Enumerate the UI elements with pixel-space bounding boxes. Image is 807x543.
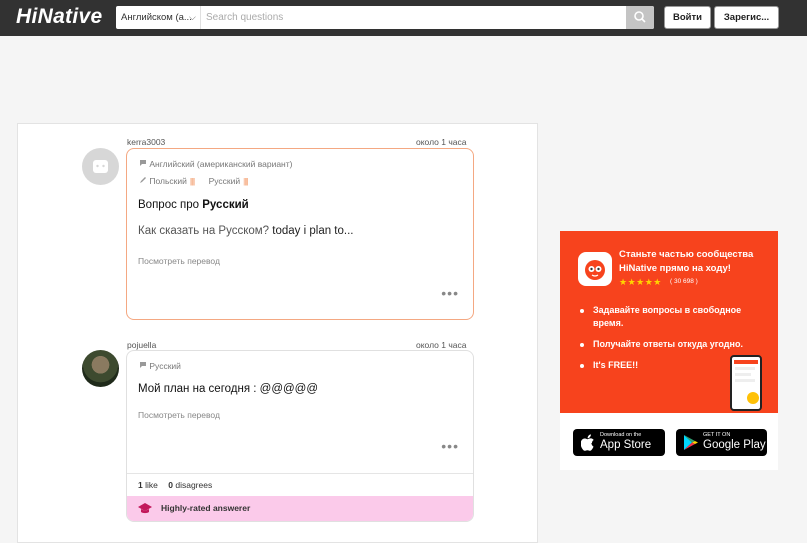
google-play-label: Google Play — [703, 439, 766, 451]
more-options-icon[interactable]: ••• — [441, 285, 459, 301]
native-language: Английский (американский вариант) — [139, 159, 292, 169]
level-indicator: |||| — [243, 177, 248, 186]
list-item: Задавайте вопросы в свободное время. — [580, 304, 760, 330]
list-item: Получайте ответы откуда угодно. — [580, 338, 760, 351]
like-count: 1 — [138, 480, 143, 490]
signup-button[interactable]: Зарегис... — [714, 6, 779, 29]
phone-illustration — [730, 355, 762, 411]
question-body: Мой план на сегодня : @@@@@ — [138, 383, 319, 395]
view-translation-link[interactable]: Посмотреть перевод — [138, 256, 220, 266]
question-card[interactable]: Русский Мой план на сегодня : @@@@@ Посм… — [126, 350, 474, 522]
question-card[interactable]: Английский (американский вариант) Польск… — [126, 148, 474, 320]
store-buttons: Download on the App Store GET IT ON Goog… — [560, 413, 778, 470]
disagree-count: 0 — [168, 480, 173, 490]
disagree-label[interactable]: disagrees — [175, 480, 212, 490]
search-button[interactable] — [626, 6, 654, 29]
speech-bubble-icon — [140, 160, 146, 166]
search-icon — [634, 11, 646, 23]
pencil-icon — [140, 177, 146, 183]
question-title: Вопрос про Русский — [138, 199, 249, 211]
like-label[interactable]: like — [145, 480, 158, 490]
hinative-logo[interactable]: HiNative — [16, 5, 102, 29]
app-mascot-icon — [585, 260, 605, 280]
question-time: около 1 часа — [416, 137, 467, 147]
google-play-caption: GET IT ON — [703, 432, 731, 438]
apple-icon — [581, 434, 594, 451]
search-bar: Английском (а... ⌵ Search questions — [116, 6, 654, 29]
avatar[interactable] — [82, 350, 119, 387]
login-button[interactable]: Войти — [664, 6, 711, 29]
default-avatar-icon — [93, 160, 108, 173]
app-store-label: App Store — [600, 439, 652, 451]
highly-rated-badge: Highly-rated answerer — [127, 496, 473, 521]
app-store-button[interactable]: Download on the App Store — [573, 429, 665, 456]
reaction-stats: 1 like 0 disagrees — [127, 473, 473, 495]
rating-stars: ★★★★★ — [619, 277, 662, 287]
view-translation-link[interactable]: Посмотреть перевод — [138, 410, 220, 420]
question-time: около 1 часа — [416, 340, 467, 350]
level-indicator: |||| — [189, 177, 195, 186]
native-language: Русский — [139, 361, 181, 371]
rating-count: ( 30 698 ) — [670, 278, 698, 285]
question-body: Как сказать на Русском? today i plan to.… — [138, 225, 354, 237]
language-select[interactable]: Английском (а... — [116, 6, 200, 29]
avatar[interactable] — [82, 148, 119, 185]
chevron-down-icon[interactable]: ⌵ — [189, 6, 196, 28]
google-play-button[interactable]: GET IT ON Google Play — [676, 429, 767, 456]
google-play-icon — [684, 435, 698, 450]
search-input[interactable]: Search questions — [200, 6, 626, 29]
app-promo-banner[interactable]: Станьте частью сообщества HiNative прямо… — [560, 231, 778, 413]
phone-screen-icon — [734, 360, 759, 404]
learning-languages: Польский |||| Русский |||| — [139, 176, 249, 186]
app-store-caption: Download on the — [600, 432, 642, 438]
question-username[interactable]: pojuella — [127, 340, 156, 350]
graduation-cap-icon — [138, 503, 152, 514]
top-navbar: HiNative Английском (а... ⌵ Search quest… — [0, 0, 807, 36]
promo-title: Станьте частью сообщества HiNative прямо… — [619, 249, 754, 274]
speech-bubble-icon — [140, 362, 146, 368]
question-username[interactable]: kerra3003 — [127, 137, 165, 147]
hinative-app-icon — [578, 252, 612, 286]
more-options-icon[interactable]: ••• — [441, 438, 459, 454]
